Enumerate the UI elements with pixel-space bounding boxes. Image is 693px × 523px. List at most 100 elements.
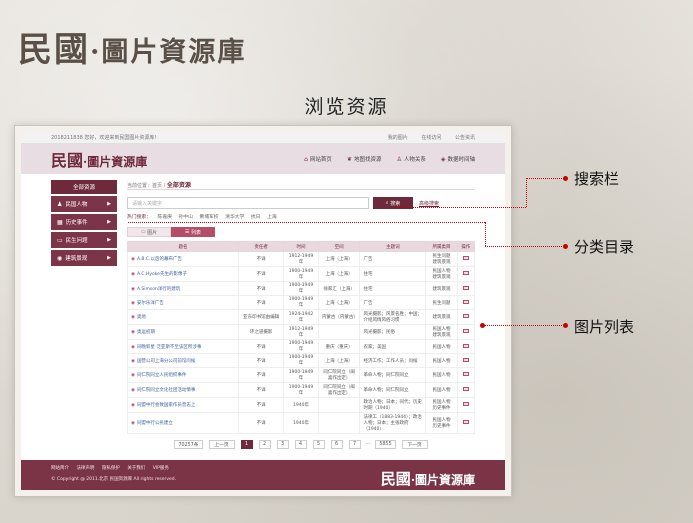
cell-title[interactable]: ◉ A.C.Hyoke先生的影像子	[126, 266, 240, 282]
top-link-my-images[interactable]: 我的图片	[388, 135, 408, 141]
category-item[interactable]: 清华大学	[225, 215, 244, 220]
cell-title[interactable]: ◉ 同仁院同立人民组织事件	[126, 367, 240, 383]
table-row[interactable]: ◉ 同晚新星 泛亚斯不至该区所涉事 不详 1900-1949年 重庆（重庆） 农家；美国 民…	[126, 339, 476, 354]
category-item[interactable]: 黄埔军校	[199, 215, 218, 220]
cell-time: 1940年	[283, 397, 319, 413]
cell-category: 民国人物 历史事件	[425, 397, 458, 413]
cell-title[interactable]: ◉ 同盟中行会致国家作员普志上	[126, 397, 240, 413]
tab-list-view[interactable]: ☰ 列表	[171, 227, 215, 237]
sidebar-item-people[interactable]: ♟ 民国人物 ▶	[51, 196, 117, 212]
cell-action	[456, 281, 476, 296]
cell-place	[317, 397, 361, 413]
page-3[interactable]: 3	[276, 440, 289, 449]
top-link-online[interactable]: 在线访问	[421, 135, 441, 141]
page-2[interactable]: 2	[258, 440, 271, 449]
cell-time-text: 1900-1949年	[288, 283, 314, 294]
col-place[interactable]: 空间	[317, 241, 361, 252]
cell-title[interactable]: ◉ 同仁院同立文化社团活动情事	[126, 382, 240, 398]
nav-map-label: 地图找资源	[353, 157, 382, 163]
cell-title[interactable]: ◉ 同晚新星 泛亚斯不至该区所涉事	[126, 339, 240, 354]
nav-home[interactable]: ⌂ 网站首页	[304, 155, 332, 164]
view-image-icon[interactable]	[462, 314, 469, 318]
page-5[interactable]: 5	[312, 440, 325, 449]
view-image-icon[interactable]	[462, 372, 469, 376]
footer-link-vip[interactable]: VIP服务	[153, 466, 169, 471]
page-1[interactable]: 1	[240, 440, 253, 449]
footer-link-legal[interactable]: 法律声明	[76, 466, 94, 471]
cell-category: 民国人物 历史事件	[425, 412, 458, 434]
footer-link-about-site[interactable]: 网站简介	[51, 466, 69, 471]
cell-title[interactable]: ◉ A.B.C.以后的幕布广告	[126, 251, 240, 267]
nav-timeline[interactable]: ◈ 数据时间轴	[441, 155, 475, 164]
col-author[interactable]: 责任者	[238, 241, 285, 252]
next-page-button[interactable]: 下一页	[401, 440, 428, 449]
table-row[interactable]: ◉ 同盟中行会致国家作员普志上 不详 1940年 政治人物；日本；同代；历史时期（194…	[126, 397, 476, 413]
table-row[interactable]: ◉ 同仁院同立人民组织事件 不详 1900-1949年 同仁院同立（闽喜作出定） 革命人物…	[126, 367, 476, 383]
site-logo[interactable]: 民國·圖片資源庫	[51, 147, 147, 171]
view-image-icon[interactable]	[462, 343, 469, 348]
tab-image-view[interactable]: ▭ 图片	[127, 227, 171, 237]
page-last[interactable]: 5855	[375, 440, 396, 449]
view-image-icon[interactable]	[462, 299, 469, 304]
sidebar-item-events[interactable]: ▦ 历史事件 ▶	[51, 214, 117, 230]
view-image-icon[interactable]	[462, 271, 469, 275]
view-image-icon[interactable]	[462, 420, 469, 424]
top-link-news[interactable]: 公告资讯	[455, 135, 475, 141]
col-subject[interactable]: 主题词	[359, 241, 427, 252]
table-row[interactable]: ◉ A.B.C.以后的幕布广告 不详 1912-1949年 上海（上海） 广告 民生问题 建…	[126, 251, 476, 267]
search-input[interactable]: 请输入关键字	[127, 197, 369, 209]
view-image-icon[interactable]	[462, 402, 469, 406]
cell-title[interactable]: ◉ A.Simson洋行的建筑	[126, 281, 240, 296]
table-row[interactable]: ◉ 奥地 亚东印书馆由编辑 1924-1942年 内蒙古（内蒙古） 风光摄影；风景名胜；中…	[126, 309, 476, 325]
view-image-icon[interactable]	[462, 387, 469, 391]
cell-author: 不详	[238, 353, 285, 368]
prev-page-button[interactable]: 上一页	[208, 440, 235, 449]
table-row[interactable]: ◉ 同仁院同立文化社团活动情事 不详 1900-1949年 同仁院同立（闽喜作出定） 革命…	[126, 382, 476, 398]
footer-logo-sub: ·圖片資源庫	[410, 473, 475, 487]
page-7[interactable]: 7	[348, 440, 361, 449]
table-row[interactable]: ◉ 安尔乐洋广告 不详 1900-1949年 上海（上海） 广告 民生问题	[126, 295, 476, 310]
table-row[interactable]: ◉ 国营公司上海分公司前馆问候 不详 1900-1949年 上海（上海） 经济工作；工作人…	[126, 353, 476, 368]
sidebar-head[interactable]: 全部资源	[51, 180, 117, 194]
view-image-icon[interactable]	[462, 256, 469, 260]
cell-title[interactable]: ◉ 国营公司上海分公司前馆问候	[126, 353, 240, 368]
cell-subject-text: 革命人物；同仁院同立	[363, 388, 409, 393]
footer-link-about-us[interactable]: 关于我们	[127, 466, 145, 471]
photo-icon: ◉	[131, 286, 135, 292]
view-image-icon[interactable]	[462, 329, 469, 333]
sidebar-item-livelihood[interactable]: ▭ 民生问题 ▶	[51, 232, 117, 248]
page-4[interactable]: 4	[294, 440, 307, 449]
cell-title[interactable]: ◉ 奥地	[126, 309, 240, 325]
callout-categories-label: 分类目录	[574, 238, 635, 256]
cell-subject-text: 革命人物；同仁院同立	[363, 373, 409, 378]
cell-place: 上海（上海）	[317, 266, 361, 282]
category-item[interactable]: 上海	[267, 215, 277, 220]
cell-author-text: 不详	[256, 403, 266, 408]
table-row[interactable]: ◉ A.C.Hyoke先生的影像子 不详 1900-1949年 上海（上海） 住宅 民国人物…	[126, 266, 476, 282]
page-6[interactable]: 6	[330, 440, 343, 449]
view-image-icon[interactable]	[462, 285, 469, 290]
table-row[interactable]: ◉ A.Simson洋行的建筑 不详 1900-1949年 徐家汇（上海） 住宅 建筑景观	[126, 281, 476, 296]
category-item[interactable]: 陈嘉庚	[158, 215, 172, 220]
nav-map[interactable]: ❦ 地图找资源	[347, 155, 382, 164]
col-title[interactable]: 题名	[126, 241, 240, 252]
category-item[interactable]: 孙中山	[178, 215, 192, 220]
cell-author: 不详	[238, 281, 285, 296]
breadcrumb-prefix[interactable]: 当前位置：首页 /	[127, 183, 165, 189]
cell-title[interactable]: ◉ 奥运初期	[126, 324, 240, 340]
footer-logo-main: 民國	[380, 470, 411, 488]
view-image-icon[interactable]	[462, 357, 469, 362]
table-row[interactable]: ◉ 奥运初期 环之道摄影 1912-1949年 风光摄影；民俗 民国人物 建筑景观	[126, 324, 476, 340]
footer-link-privacy[interactable]: 隐私保护	[102, 466, 120, 471]
cell-time: 1900-1949年	[283, 295, 319, 310]
advanced-search-link[interactable]: 高级搜索	[419, 200, 439, 207]
col-category[interactable]: 所属类目	[425, 241, 458, 252]
category-item[interactable]: 抗日	[251, 215, 261, 220]
col-time[interactable]: 时间	[283, 241, 319, 252]
cell-time-text: 1900-1949年	[288, 355, 314, 366]
cell-title[interactable]: ◉ 安尔乐洋广告	[126, 295, 240, 310]
cell-title[interactable]: ◉ 同盟中行公民建立	[126, 412, 240, 434]
sidebar-item-architecture[interactable]: ◉ 建筑景观 ▶	[51, 250, 117, 266]
table-row[interactable]: ◉ 同盟中行公民建立 不详 1940年 法律工（1883-1944）；政治人物；日本；主…	[126, 412, 476, 434]
nav-people[interactable]: ♙ 人物关系	[396, 155, 425, 164]
